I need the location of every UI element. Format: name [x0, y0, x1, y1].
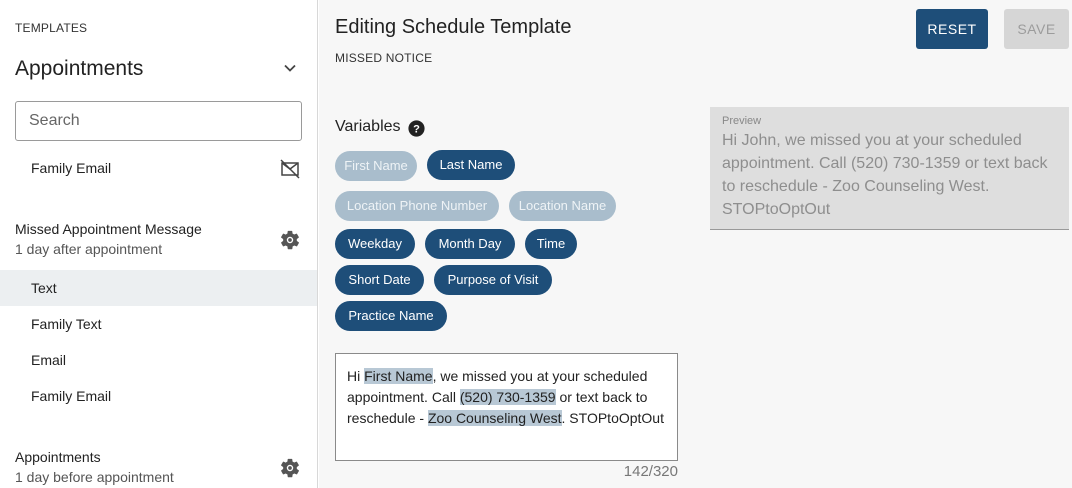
chevron-down-icon[interactable] — [280, 58, 300, 78]
editor-panel: Editing Schedule Template MISSED NOTICE … — [319, 0, 1072, 488]
variable-token: First Name — [364, 368, 433, 384]
email-off-icon — [280, 159, 300, 179]
save-button[interactable]: SAVE — [1004, 9, 1069, 49]
sidebar-item-label: Family Email — [31, 388, 112, 404]
gear-icon[interactable] — [279, 229, 301, 251]
variable-chip-practice-name[interactable]: Practice Name — [335, 301, 447, 331]
variable-chip-first-name[interactable]: First Name — [335, 151, 417, 181]
text-segment: Hi — [347, 368, 365, 384]
sidebar-section-label: TEMPLATES — [15, 21, 88, 35]
search-input[interactable] — [15, 101, 302, 141]
sidebar-item-label: Text — [31, 280, 57, 296]
message-editor[interactable]: Hi First Name, we missed you at your sch… — [335, 353, 678, 461]
group-subtitle-appointments: 1 day before appointment — [15, 469, 174, 485]
help-icon[interactable]: ? — [408, 120, 425, 137]
page-subtitle: MISSED NOTICE — [335, 51, 433, 65]
preview-label: Preview — [722, 115, 762, 127]
sidebar-item-label: Family Email — [31, 160, 112, 176]
variable-chip-month-day[interactable]: Month Day — [425, 229, 515, 259]
sidebar-title: Appointments — [15, 57, 144, 80]
preview-box: Preview Hi John, we missed you at your s… — [710, 107, 1069, 230]
variables-label: Variables — [335, 118, 401, 135]
reset-button[interactable]: RESET — [916, 9, 988, 49]
sidebar-item-text[interactable]: Text — [0, 270, 317, 306]
variable-chip-last-name[interactable]: Last Name — [427, 150, 515, 180]
variable-chip-location-name[interactable]: Location Name — [509, 191, 616, 221]
sidebar-item-email[interactable]: Email — [0, 342, 317, 378]
text-segment: . STOPtoOptOut — [561, 410, 664, 426]
variable-token: Zoo Counseling West — [427, 410, 562, 426]
group-title-appointments: Appointments — [15, 449, 101, 465]
sidebar-item-label: Family Text — [31, 316, 102, 332]
gear-icon[interactable] — [279, 457, 301, 479]
variable-chip-weekday[interactable]: Weekday — [335, 229, 415, 259]
sidebar-item-family-text[interactable]: Family Text — [0, 306, 317, 342]
variable-chip-short-date[interactable]: Short Date — [335, 265, 424, 295]
sidebar-item-family-email[interactable]: Family Email — [0, 378, 317, 414]
sidebar-item-label: Email — [31, 352, 67, 368]
variable-chip-time[interactable]: Time — [525, 229, 577, 259]
page-title: Editing Schedule Template — [335, 16, 572, 38]
preview-text: Hi John, we missed you at your scheduled… — [722, 132, 1048, 218]
variable-token: (520) 730-1359 — [459, 389, 556, 405]
group-subtitle-missed: 1 day after appointment — [15, 241, 163, 257]
variable-chip-purpose-of-visit[interactable]: Purpose of Visit — [434, 265, 552, 295]
variable-chip-location-phone[interactable]: Location Phone Number — [335, 191, 499, 221]
svg-text:?: ? — [413, 123, 420, 135]
group-title-missed: Missed Appointment Message — [15, 221, 202, 237]
character-counter: 142/320 — [623, 463, 678, 480]
templates-sidebar: TEMPLATES Appointments Family Email Miss… — [0, 0, 318, 488]
sidebar-item-family-email-top[interactable]: Family Email — [0, 150, 317, 186]
